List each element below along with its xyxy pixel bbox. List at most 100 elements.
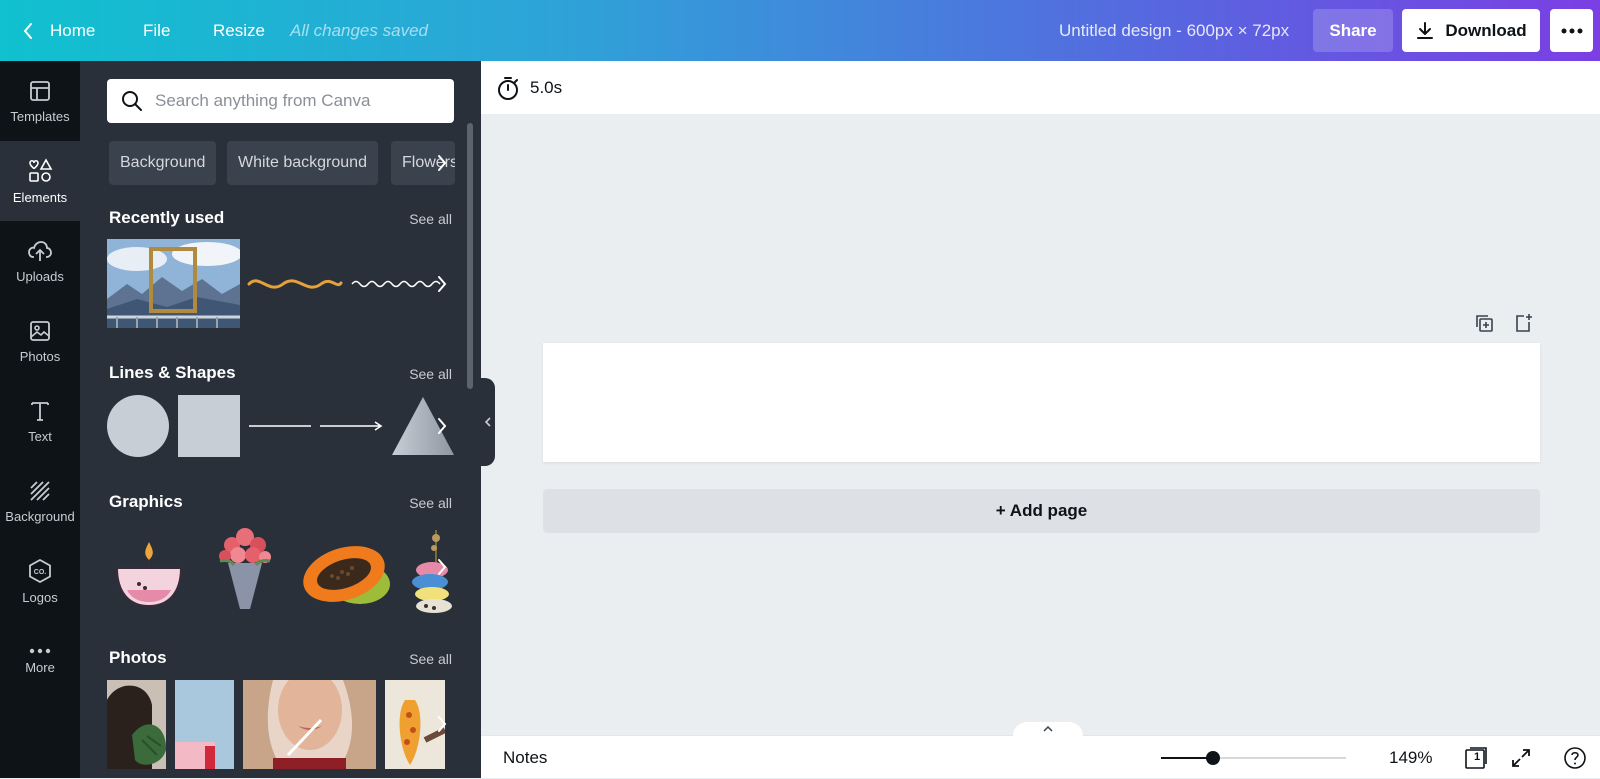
shapes-next-button[interactable] [430,406,454,446]
see-all-graphics[interactable]: See all [409,495,452,511]
elements-icon [29,157,53,182]
candle-graphic [115,542,183,608]
help-button[interactable] [1563,746,1587,770]
add-page-button[interactable]: + Add page [543,489,1540,533]
see-all-lines-shapes[interactable]: See all [409,366,452,382]
fullscreen-button[interactable] [1509,746,1533,770]
help-icon [1564,747,1586,769]
rail-item-more[interactable]: More [0,621,80,701]
recent-orange-wave-line[interactable] [247,271,343,297]
papaya-graphic [303,546,390,604]
graphic-candle[interactable] [113,536,185,610]
timing-toolbar: 5.0s [481,61,1600,114]
photo-icon [30,320,50,341]
home-button[interactable]: Home [22,0,95,61]
straight-line-graphic [249,425,311,427]
rail-item-text[interactable]: Text [0,381,80,461]
bottom-bar: Notes 149% 1 [481,722,1600,779]
file-menu-button[interactable]: File [143,0,170,61]
design-canvas-page[interactable] [543,343,1540,462]
top-bar: Home File Resize All changes saved Untit… [0,0,1600,61]
timer-icon[interactable] [496,75,520,101]
blue-pink-image [175,680,234,769]
recent-next-button[interactable] [430,264,454,304]
line-shape[interactable] [249,418,311,434]
section-title-lines-shapes: Lines & Shapes [109,363,236,382]
rail-label: Uploads [16,268,64,284]
woman-monstera-image [107,680,166,769]
expand-pages-button[interactable] [1013,722,1083,736]
download-icon [1417,21,1434,39]
rail-item-logos[interactable]: CO. Logos [0,541,80,621]
chip-white-background[interactable]: White background [227,141,378,185]
see-all-photos[interactable]: See all [409,651,452,667]
rail-label: Logos [22,589,58,605]
design-title[interactable]: Untitled design - 600px × 72px [1059,0,1289,61]
photos-next-button[interactable] [430,704,454,744]
search-icon [122,91,142,111]
rail-item-uploads[interactable]: Uploads [0,221,80,301]
photo-blue-pink-scene[interactable] [175,680,234,769]
timer-duration[interactable]: 5.0s [530,78,562,98]
save-status: All changes saved [290,20,428,40]
square-shape[interactable] [178,395,240,457]
background-pattern-icon [30,480,50,501]
rail-item-background[interactable]: Background [0,461,80,541]
zoom-slider[interactable] [1161,751,1346,765]
recent-mountain-frame-photo[interactable] [107,239,240,328]
more-horizontal-icon [1561,28,1582,33]
logo-icon: CO. [29,558,51,583]
svg-text:CO.: CO. [34,569,47,576]
rail-label: More [25,659,55,675]
rail-label: Text [28,428,52,444]
search-input[interactable] [155,91,425,111]
photo-woman-monstera[interactable] [107,680,166,769]
download-button[interactable]: Download [1402,9,1540,52]
bouquet-graphic [219,528,271,609]
zoom-slider-handle[interactable] [1205,751,1220,765]
arrow-line-graphic [320,421,383,431]
rail-item-photos[interactable]: Photos [0,301,80,381]
section-title-graphics: Graphics [109,492,183,511]
graphic-flower-bouquet[interactable] [210,523,280,613]
download-label: Download [1445,20,1527,40]
rail-label: Elements [12,189,68,205]
graphics-next-button[interactable] [430,547,454,587]
see-all-recently-used[interactable]: See all [409,211,452,227]
chevron-right-icon [438,716,447,732]
chevron-right-icon [438,276,447,292]
chip-background[interactable]: Background [109,141,217,185]
section-title-recently-used: Recently used [109,208,225,227]
circle-shape[interactable] [107,395,169,457]
fullscreen-icon [1512,749,1530,767]
rail-item-templates[interactable]: Templates [0,61,80,141]
home-label: Home [50,20,96,40]
panel-scrollbar[interactable] [467,123,473,389]
notes-button[interactable]: Notes [503,736,547,779]
resize-button[interactable]: Resize [213,0,265,61]
chevron-up-icon [1043,725,1053,732]
page-count: 1 [1473,751,1481,763]
elements-panel: Background White background Flowers Rece… [80,61,481,778]
search-box[interactable] [107,79,454,123]
more-options-button[interactable] [1550,9,1593,52]
rail-item-elements[interactable]: Elements [0,141,80,221]
duplicate-page-button[interactable] [1473,312,1495,334]
wavy-line-graphic [247,279,343,289]
arrow-line-shape[interactable] [320,418,384,434]
rail-label: Photos [19,348,61,364]
share-button[interactable]: Share [1313,9,1393,52]
photo-woman-hijab[interactable] [243,680,376,769]
chevron-right-icon [438,418,447,434]
add-page-icon-button[interactable] [1512,312,1534,334]
chips-next-button[interactable] [430,143,454,183]
zoom-level[interactable]: 149% [1389,736,1432,779]
woman-hijab-image [243,680,376,769]
rail-label: Templates [10,108,70,124]
templates-icon [30,80,50,101]
collapse-panel-button[interactable] [481,378,495,466]
graphic-papaya[interactable] [302,538,394,610]
chevron-right-icon [438,155,447,171]
chevron-right-icon [438,559,447,575]
duplicate-icon [1476,315,1493,332]
